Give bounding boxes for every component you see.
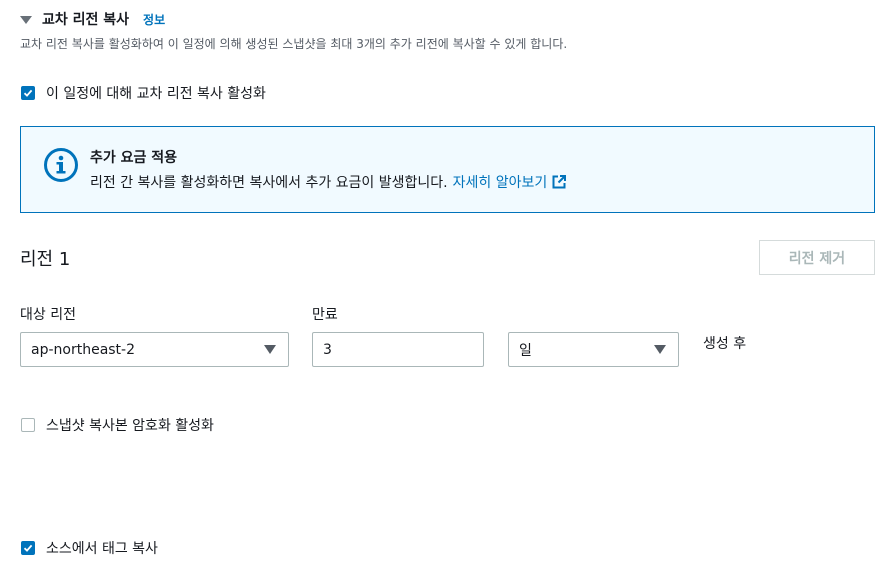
target-region-label: 대상 리전 [20, 307, 76, 323]
copy-tags-checkbox[interactable] [21, 541, 35, 555]
enable-cross-region-checkbox-row[interactable]: 이 일정에 대해 교차 리전 복사 활성화 [21, 83, 266, 103]
dropdown-triangle-icon [264, 345, 276, 354]
expiry-value: 3 [323, 341, 332, 358]
info-link[interactable]: 정보 [143, 11, 165, 28]
section-title: 교차 리전 복사 [42, 12, 130, 28]
caret-down-icon[interactable] [20, 15, 32, 24]
remove-region-button[interactable]: 리전 제거 [759, 240, 875, 275]
target-region-select[interactable]: ap-northeast-2 [20, 332, 289, 367]
enable-cross-region-checkbox[interactable] [21, 86, 35, 100]
checkmark-icon [23, 544, 33, 552]
expiry-unit-select[interactable]: 일 [508, 332, 679, 367]
region-title: 리전 1 [20, 249, 71, 270]
expiry-label: 만료 [312, 307, 338, 323]
info-icon [44, 148, 78, 182]
copy-tags-label: 소스에서 태그 복사 [46, 541, 158, 557]
expiry-suffix: 생성 후 [703, 336, 747, 352]
section-description: 교차 리전 복사를 활성화하여 이 일정에 의해 생성된 스냅샷을 최대 3개의… [20, 37, 568, 51]
learn-more-link[interactable]: 자세히 알아보기 [453, 172, 548, 192]
alert-title: 추가 요금 적용 [90, 150, 178, 166]
alert-body: 리전 간 복사를 활성화하면 복사에서 추가 요금이 발생합니다. 자세히 알아… [90, 172, 567, 192]
dropdown-triangle-icon [654, 345, 666, 354]
alert-body-text: 리전 간 복사를 활성화하면 복사에서 추가 요금이 발생합니다. [90, 175, 448, 191]
target-region-value: ap-northeast-2 [31, 341, 136, 358]
encrypt-checkbox-row[interactable]: 스냅샷 복사본 암호화 활성화 [21, 415, 214, 435]
section-header[interactable]: 교차 리전 복사 정보 [20, 9, 165, 29]
encrypt-label: 스냅샷 복사본 암호화 활성화 [46, 418, 214, 434]
info-alert: 추가 요금 적용 리전 간 복사를 활성화하면 복사에서 추가 요금이 발생합니… [20, 126, 875, 213]
external-link-icon[interactable] [551, 174, 567, 190]
checkmark-icon [23, 89, 33, 97]
enable-cross-region-label: 이 일정에 대해 교차 리전 복사 활성화 [46, 86, 266, 102]
expiry-unit-value: 일 [519, 342, 532, 359]
encrypt-checkbox[interactable] [21, 418, 35, 432]
expiry-input[interactable]: 3 [312, 332, 484, 367]
copy-tags-checkbox-row[interactable]: 소스에서 태그 복사 [21, 538, 158, 558]
